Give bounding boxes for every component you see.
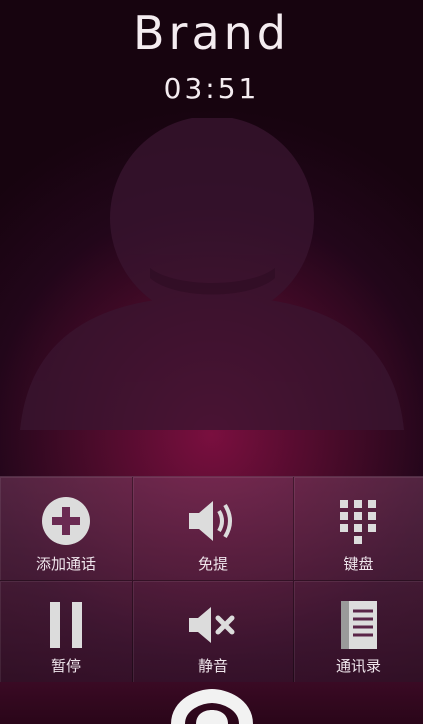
speaker-button[interactable]: 免提 — [133, 477, 294, 581]
contacts-label: 通讯录 — [335, 657, 381, 675]
mute-label: 静音 — [197, 657, 228, 675]
hold-label: 暂停 — [50, 657, 81, 675]
hold-button[interactable]: 暂停 — [0, 581, 133, 683]
keypad-button[interactable]: 键盘 — [294, 477, 423, 581]
caller-name: Brand — [132, 6, 290, 60]
mute-icon — [189, 607, 235, 643]
add-call-icon — [42, 497, 90, 545]
mute-button[interactable]: 静音 — [133, 581, 294, 683]
pause-icon — [50, 602, 82, 648]
keypad-label: 键盘 — [343, 555, 374, 573]
add-call-button[interactable]: 添加通话 — [0, 477, 133, 581]
dialpad-icon — [339, 500, 376, 544]
speaker-label: 免提 — [197, 555, 228, 573]
call-timer: 03:51 — [163, 72, 260, 105]
end-call-button[interactable] — [0, 682, 423, 724]
call-controls: 添加通话 免提 键盘 暂停 静音 通讯录 — [0, 476, 423, 683]
contacts-icon — [340, 601, 377, 649]
speaker-icon — [189, 501, 232, 541]
default-avatar-icon — [20, 118, 404, 430]
add-call-label: 添加通话 — [35, 555, 96, 573]
end-call-icon — [171, 688, 253, 724]
contacts-button[interactable]: 通讯录 — [294, 581, 423, 683]
